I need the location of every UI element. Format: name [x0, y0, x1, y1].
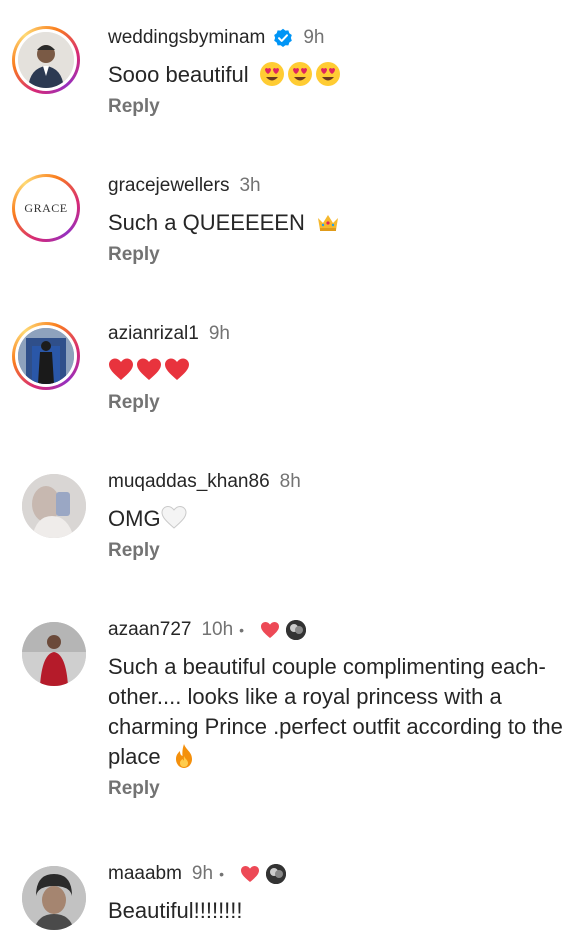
comment-username[interactable]: azaan727 — [108, 619, 191, 641]
person-photo — [22, 622, 86, 686]
comment-text: Such a QUEEEEEN — [108, 208, 563, 238]
person-photo — [22, 866, 86, 930]
red-heart-emoji-icon — [137, 358, 161, 380]
grace-logo: GRACE — [24, 200, 68, 215]
person-photo — [18, 32, 74, 88]
meta-separator: • — [219, 866, 224, 882]
heart-eyes-emoji-icon — [287, 62, 312, 86]
comment-username[interactable]: azianrizal1 — [108, 323, 199, 345]
avatar-weddingsbyminam[interactable] — [12, 26, 80, 94]
author-avatar-mini — [286, 620, 307, 640]
person-photo — [18, 328, 74, 384]
person-photo — [22, 474, 86, 538]
heart-eyes-emoji-icon — [259, 62, 284, 86]
comments-list: weddingsbyminam 9h Sooo beautiful Reply … — [0, 0, 583, 937]
comment-username[interactable]: gracejewellers — [108, 175, 229, 197]
reply-button[interactable]: Reply — [108, 96, 160, 118]
white-heart-emoji-icon — [161, 505, 187, 529]
verified-badge-icon — [274, 28, 293, 47]
comment-text: Such a beautiful couple complimenting ea… — [108, 654, 563, 769]
fire-emoji-icon — [175, 744, 192, 768]
comment-time: 10h — [201, 619, 234, 640]
comment-text — [108, 356, 563, 386]
avatar-maaabm[interactable] — [22, 866, 86, 930]
comment-username[interactable]: maaabm — [108, 863, 182, 885]
crown-emoji-icon — [318, 215, 338, 231]
avatar-muqaddas_khan86[interactable] — [22, 474, 86, 538]
liked-by-author-heart-icon — [261, 622, 280, 638]
comment-time: 3h — [239, 175, 261, 196]
red-heart-emoji-icon — [165, 358, 189, 380]
avatar-gracejewellers[interactable]: GRACE — [12, 174, 80, 242]
meta-separator: • — [239, 622, 245, 638]
author-avatar-mini — [265, 864, 286, 884]
comment-time: 8h — [279, 471, 301, 492]
comment-text: Sooo beautiful — [108, 60, 563, 90]
red-heart-emoji-icon — [109, 358, 133, 380]
comment-text: Beautiful!!!!!!!! — [108, 898, 243, 923]
reply-button[interactable]: Reply — [108, 392, 160, 414]
heart-eyes-emoji-icon — [315, 62, 340, 86]
comment-time: 9h — [191, 863, 214, 884]
reply-button[interactable]: Reply — [108, 778, 160, 800]
reply-button[interactable]: Reply — [108, 540, 160, 562]
comment-text: OMG — [108, 504, 563, 534]
avatar-azaan727[interactable] — [22, 622, 86, 686]
comment-time: 9h — [303, 27, 325, 48]
comment-username[interactable]: muqaddas_khan86 — [108, 471, 270, 493]
avatar-azianrizal1[interactable] — [12, 322, 80, 390]
liked-by-author-heart-icon — [240, 866, 259, 882]
comment-time: 9h — [208, 323, 230, 344]
reply-button[interactable]: Reply — [108, 244, 160, 266]
comment-username[interactable]: weddingsbyminam — [108, 27, 265, 49]
